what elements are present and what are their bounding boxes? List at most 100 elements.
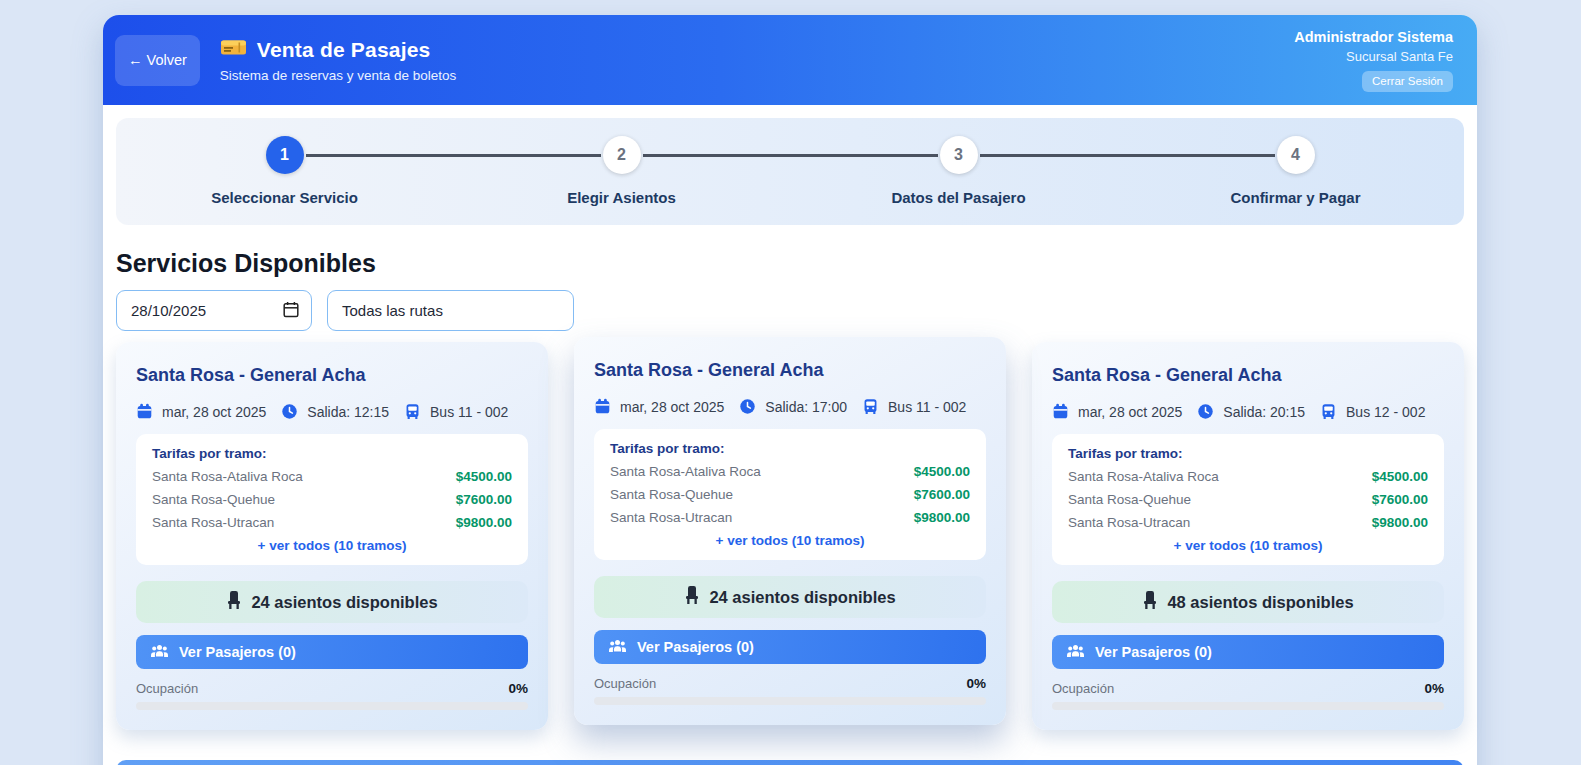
passengers-icon: [150, 644, 169, 661]
main-panel: ← Volver Venta de Pasajes Sistema de res…: [103, 15, 1477, 765]
service-departure: Salida: 17:00: [765, 399, 847, 415]
see-all-fares-link[interactable]: + ver todos (10 tramos): [1068, 538, 1428, 553]
fare-price: $4500.00: [1372, 469, 1428, 484]
fare-price: $4500.00: [914, 464, 970, 479]
fare-row: Santa Rosa-Ataliva Roca $4500.00: [610, 464, 970, 479]
filters: 28/10/2025 Todas las rutas: [116, 290, 1464, 331]
see-all-fares-link[interactable]: + ver todos (10 tramos): [152, 538, 512, 553]
occupancy-row: Ocupación 0%: [1052, 681, 1444, 696]
user-name: Administrador Sistema: [1294, 29, 1453, 45]
step-label: Elegir Asientos: [567, 189, 676, 206]
calendar-icon: [136, 403, 153, 420]
service-meta: mar, 28 oct 2025 Salida: 17:00 Bus 11 - …: [594, 398, 986, 415]
seats-label: 24 asientos disponibles: [251, 593, 437, 612]
fare-price: $9800.00: [456, 515, 512, 530]
page-subtitle: Sistema de reservas y venta de boletos: [220, 68, 456, 83]
bus-icon: [862, 398, 879, 415]
logout-button[interactable]: Cerrar Sesión: [1362, 71, 1453, 92]
service-card[interactable]: Santa Rosa - General Acha mar, 28 oct 20…: [1032, 342, 1464, 730]
step-number: 3: [940, 136, 978, 174]
service-route: Santa Rosa - General Acha: [1052, 365, 1444, 386]
fares-panel: Tarifas por tramo: Santa Rosa-Ataliva Ro…: [594, 429, 986, 560]
seats-label: 24 asientos disponibles: [709, 588, 895, 607]
occupancy-label: Ocupación: [594, 676, 656, 691]
stepper-connector: [306, 154, 601, 157]
view-passengers-label: Ver Pasajeros (0): [179, 644, 296, 660]
fares-title: Tarifas por tramo:: [610, 441, 970, 456]
fare-row: Santa Rosa-Quehue$7600.00: [152, 492, 512, 507]
service-date: mar, 28 oct 2025: [162, 404, 266, 420]
clock-icon: [281, 403, 298, 420]
clock-icon: [1197, 403, 1214, 420]
branch-name: Sucursal Santa Fe: [1294, 49, 1453, 64]
occupancy-bar: [136, 702, 528, 710]
calendar-icon: [594, 398, 611, 415]
back-button[interactable]: ← Volver: [115, 35, 200, 86]
seats-banner: 24 asientos disponibles: [594, 576, 986, 618]
fare-row: Santa Rosa-Quehue $7600.00: [610, 487, 970, 502]
stepper-connector: [980, 154, 1275, 157]
view-passengers-button[interactable]: Ver Pasajeros (0): [594, 630, 986, 664]
see-all-fares-link[interactable]: + ver todos (10 tramos): [610, 533, 970, 548]
step-label: Confirmar y Pagar: [1230, 189, 1360, 206]
fare-price: $9800.00: [1372, 515, 1428, 530]
fares-panel: Tarifas por tramo: Santa Rosa-Ataliva Ro…: [1052, 434, 1444, 565]
fare-rows: Santa Rosa-Ataliva Roca$4500.00Santa Ros…: [610, 464, 970, 525]
occupancy-percentage: 0%: [966, 676, 986, 691]
seats-label: 48 asientos disponibles: [1167, 593, 1353, 612]
stepper: 1 Seleccionar Servicio 2 Elegir Asientos…: [116, 118, 1464, 225]
service-route: Santa Rosa - General Acha: [136, 365, 528, 386]
step-number: 4: [1277, 136, 1315, 174]
service-meta: mar, 28 oct 2025 Salida: 12:15 Bus 11 - …: [136, 403, 528, 420]
fare-segment: Santa Rosa-Quehue: [610, 487, 733, 502]
service-bus: Bus 11 - 002: [888, 399, 966, 415]
date-filter-input[interactable]: 28/10/2025: [116, 290, 312, 331]
fares-panel: Tarifas por tramo: Santa Rosa-Ataliva Ro…: [136, 434, 528, 565]
fare-segment: Santa Rosa-Utracan: [1068, 515, 1190, 530]
occupancy-bar: [1052, 702, 1444, 710]
route-filter-select[interactable]: Todas las rutas: [327, 290, 574, 331]
page-title: Venta de Pasajes: [257, 38, 431, 62]
fare-segment: Santa Rosa-Quehue: [1068, 492, 1191, 507]
fares-title: Tarifas por tramo:: [1068, 446, 1428, 461]
stepper-step: 3 Datos del Pasajero: [790, 136, 1127, 225]
fare-row: Santa Rosa-Utracan $9800.00: [1068, 515, 1428, 530]
user-block: Administrador Sistema Sucursal Santa Fe …: [1294, 29, 1453, 92]
calendar-outline-icon: [283, 301, 299, 321]
view-passengers-button[interactable]: Ver Pasajeros (0): [1052, 635, 1444, 669]
calendar-icon: [1052, 403, 1069, 420]
view-passengers-label: Ver Pasajeros (0): [637, 639, 754, 655]
service-cards: Santa Rosa - General Acha mar, 28 oct 20…: [116, 342, 1464, 730]
service-bus: Bus 12 - 002: [1346, 404, 1425, 420]
occupancy-bar: [594, 697, 986, 705]
clock-icon: [739, 398, 756, 415]
fare-row: Santa Rosa-Utracan$9800.00: [152, 515, 512, 530]
seats-banner: 24 asientos disponibles: [136, 581, 528, 623]
occupancy-label: Ocupación: [136, 681, 198, 696]
view-passengers-button[interactable]: Ver Pasajeros (0): [136, 635, 528, 669]
service-bus: Bus 11 - 002: [430, 404, 508, 420]
stepper-connector: [643, 154, 938, 157]
passengers-icon: [1066, 644, 1085, 661]
fare-price: $7600.00: [1372, 492, 1428, 507]
seat-icon: [1142, 591, 1158, 613]
fare-row: Santa Rosa-Quehue $7600.00: [1068, 492, 1428, 507]
service-departure: Salida: 20:15: [1223, 404, 1305, 420]
service-route: Santa Rosa - General Acha: [594, 360, 986, 381]
fare-segment: Santa Rosa-Ataliva Roca: [610, 464, 761, 479]
stepper-step: 1 Seleccionar Servicio: [116, 136, 453, 225]
section-title: Servicios Disponibles: [116, 249, 1464, 278]
service-date: mar, 28 oct 2025: [1078, 404, 1182, 420]
next-section-bar: [116, 760, 1464, 765]
step-number: 2: [603, 136, 641, 174]
date-filter-value: 28/10/2025: [131, 302, 206, 319]
service-card[interactable]: Santa Rosa - General Acha mar, 28 oct 20…: [574, 337, 1006, 725]
service-card[interactable]: Santa Rosa - General Acha mar, 28 oct 20…: [116, 342, 548, 730]
stepper-step: 4 Confirmar y Pagar: [1127, 136, 1464, 225]
bus-icon: [404, 403, 421, 420]
service-departure: Salida: 12:15: [307, 404, 389, 420]
fare-price: $7600.00: [914, 487, 970, 502]
fare-segment: Santa Rosa-Quehue: [152, 492, 275, 507]
service-meta: mar, 28 oct 2025 Salida: 20:15 Bus 12 - …: [1052, 403, 1444, 420]
fare-rows: Santa Rosa-Ataliva Roca$4500.00Santa Ros…: [1068, 469, 1428, 530]
